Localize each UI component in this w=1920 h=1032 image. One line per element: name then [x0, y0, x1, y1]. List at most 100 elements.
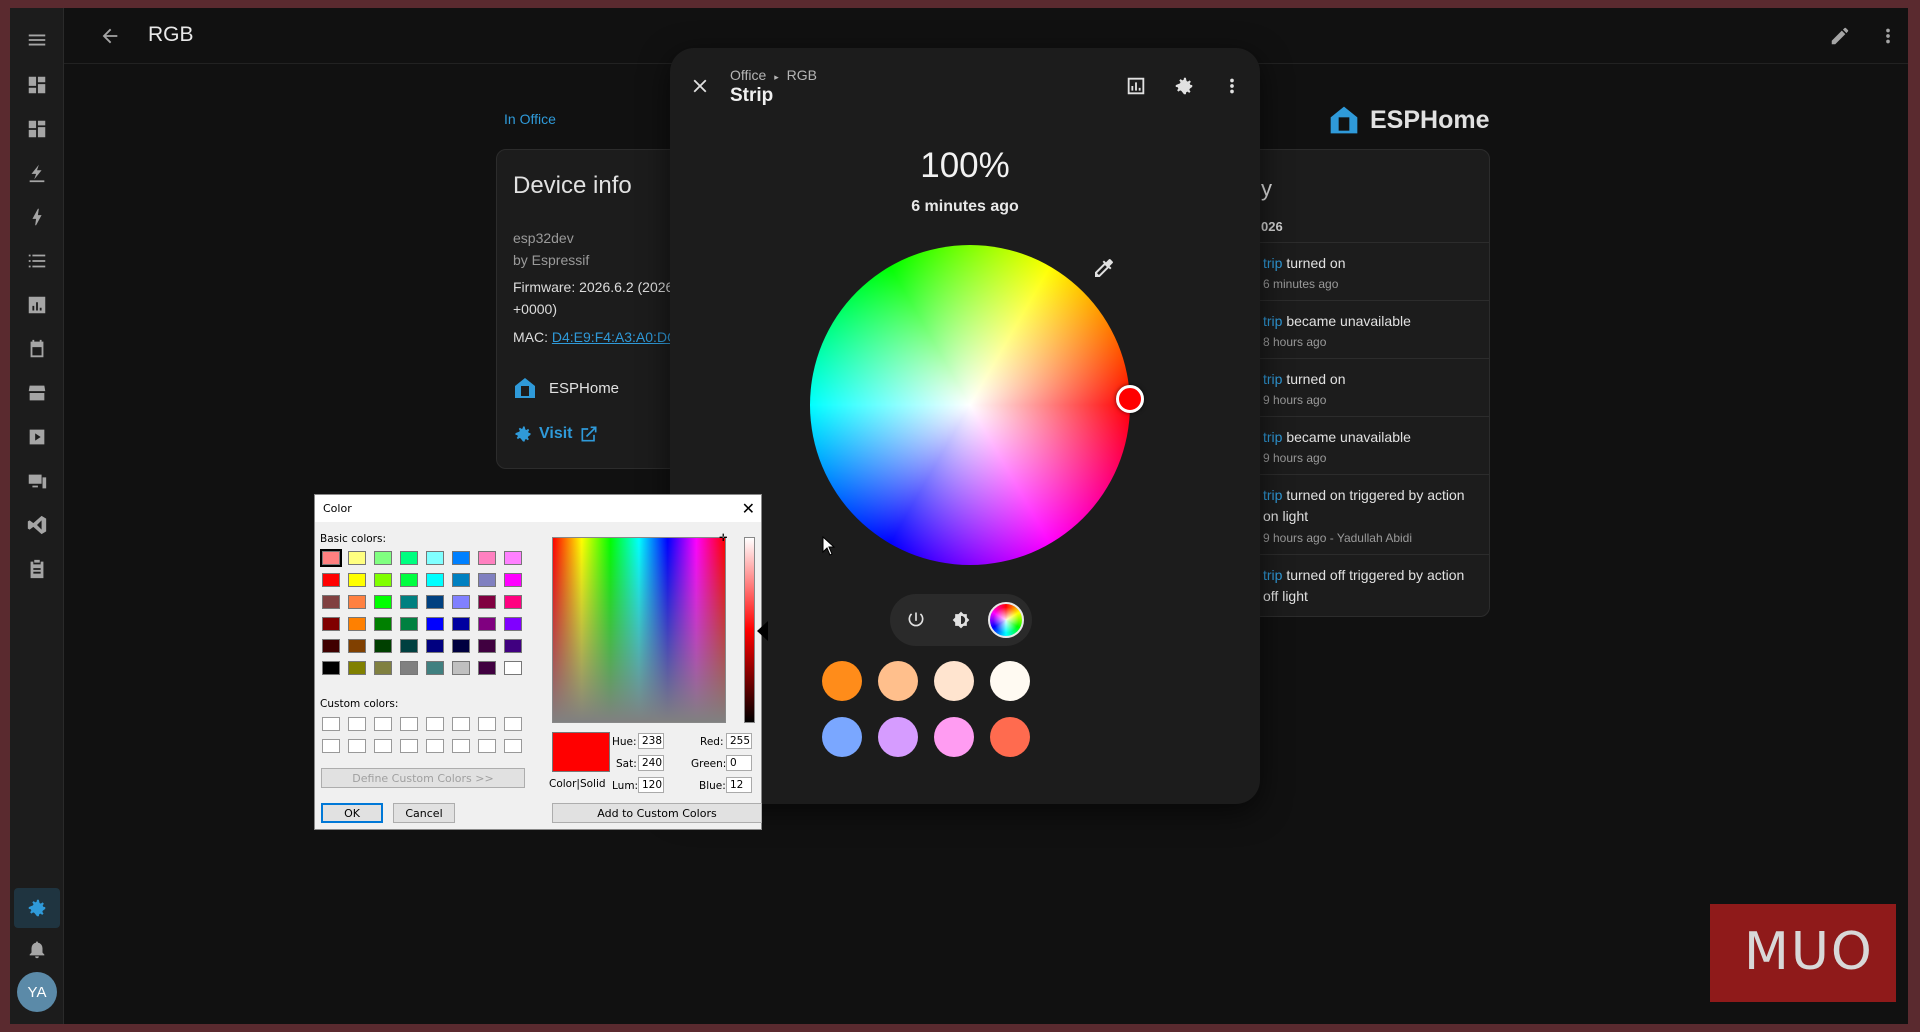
lum-field[interactable]: 120	[638, 777, 664, 793]
lightning-icon[interactable]	[22, 202, 52, 232]
basic-color-cell[interactable]	[478, 639, 496, 653]
favorite-color-swatch[interactable]	[934, 661, 974, 701]
back-arrow-icon[interactable]	[94, 20, 126, 52]
hue-field[interactable]: 238	[638, 733, 664, 749]
custom-color-cell[interactable]	[478, 739, 496, 753]
basic-color-cell[interactable]	[348, 573, 366, 587]
settings-icon[interactable]	[14, 888, 60, 928]
basic-color-cell[interactable]	[504, 551, 522, 565]
visit-link[interactable]: Visit	[513, 424, 599, 444]
area-link[interactable]: In Office	[504, 111, 556, 127]
basic-color-cell[interactable]	[348, 661, 366, 675]
brightness-icon[interactable]	[943, 602, 979, 638]
basic-color-cell[interactable]	[348, 639, 366, 653]
favorite-color-swatch[interactable]	[822, 717, 862, 757]
custom-color-cell[interactable]	[374, 717, 392, 731]
custom-color-cell[interactable]	[504, 717, 522, 731]
basic-color-cell[interactable]	[452, 595, 470, 609]
menu-icon[interactable]	[22, 25, 52, 55]
basic-color-cell[interactable]	[322, 573, 340, 587]
custom-color-cell[interactable]	[426, 717, 444, 731]
media-icon[interactable]	[22, 422, 52, 452]
overview-icon[interactable]	[22, 70, 52, 100]
basic-color-cell[interactable]	[426, 573, 444, 587]
basic-color-cell[interactable]	[400, 595, 418, 609]
cancel-button[interactable]: Cancel	[393, 803, 455, 823]
basic-color-cell[interactable]	[452, 573, 470, 587]
favorite-color-swatch[interactable]	[934, 717, 974, 757]
hacs-icon[interactable]	[22, 378, 52, 408]
devices-icon[interactable]	[22, 466, 52, 496]
basic-color-cell[interactable]	[452, 551, 470, 565]
vscode-icon[interactable]	[22, 510, 52, 540]
notifications-icon[interactable]	[22, 934, 52, 964]
overflow-menu-icon[interactable]	[1216, 70, 1248, 102]
basic-color-cell[interactable]	[348, 617, 366, 631]
blue-field[interactable]: 12	[726, 777, 752, 793]
dashboard-icon[interactable]	[22, 114, 52, 144]
basic-color-cell[interactable]	[452, 639, 470, 653]
entity-link[interactable]: trip	[1263, 371, 1282, 387]
history-chart-icon[interactable]	[1120, 70, 1152, 102]
green-field[interactable]: 0	[726, 755, 752, 771]
settings-gear-icon[interactable]	[1168, 70, 1200, 102]
hue-sat-spectrum[interactable]	[552, 537, 726, 723]
custom-color-cell[interactable]	[322, 739, 340, 753]
basic-color-cell[interactable]	[452, 617, 470, 631]
basic-color-cell[interactable]	[504, 661, 522, 675]
favorite-color-swatch[interactable]	[822, 661, 862, 701]
basic-color-cell[interactable]	[348, 595, 366, 609]
sat-field[interactable]: 240	[638, 755, 664, 771]
color-mode-icon[interactable]	[988, 602, 1024, 638]
list-icon[interactable]	[22, 246, 52, 276]
basic-color-cell[interactable]	[322, 639, 340, 653]
basic-color-cell[interactable]	[504, 573, 522, 587]
basic-color-cell[interactable]	[478, 551, 496, 565]
basic-color-cell[interactable]	[400, 573, 418, 587]
basic-color-cell[interactable]	[504, 617, 522, 631]
entity-link[interactable]: trip	[1263, 567, 1282, 583]
basic-color-cell[interactable]	[478, 661, 496, 675]
basic-color-cell[interactable]	[374, 551, 392, 565]
basic-color-cell[interactable]	[374, 573, 392, 587]
basic-color-cell[interactable]	[374, 595, 392, 609]
color-wheel-handle[interactable]	[1116, 385, 1144, 413]
integration-row[interactable]: ESPHome	[513, 376, 619, 400]
basic-color-cell[interactable]	[400, 661, 418, 675]
favorite-color-swatch[interactable]	[990, 661, 1030, 701]
basic-color-cell[interactable]	[452, 661, 470, 675]
close-icon[interactable]	[684, 70, 716, 102]
entity-link[interactable]: trip	[1263, 487, 1282, 503]
mac-link[interactable]: D4:E9:F4:A3:A0:DC	[552, 329, 677, 345]
history-icon[interactable]	[22, 290, 52, 320]
basic-color-cell[interactable]	[426, 617, 444, 631]
custom-color-cell[interactable]	[400, 717, 418, 731]
custom-color-cell[interactable]	[348, 739, 366, 753]
entity-link[interactable]: trip	[1263, 429, 1282, 445]
basic-color-cell[interactable]	[400, 617, 418, 631]
custom-color-cell[interactable]	[452, 717, 470, 731]
energy-icon[interactable]	[22, 158, 52, 188]
custom-color-cell[interactable]	[504, 739, 522, 753]
custom-color-cell[interactable]	[452, 739, 470, 753]
basic-color-cell[interactable]	[504, 639, 522, 653]
basic-color-cell[interactable]	[426, 639, 444, 653]
luminance-arrow-icon[interactable]	[757, 621, 768, 641]
edit-pencil-icon[interactable]	[1824, 20, 1856, 52]
custom-color-cell[interactable]	[348, 717, 366, 731]
basic-color-cell[interactable]	[322, 595, 340, 609]
ok-button[interactable]: OK	[321, 803, 383, 823]
add-to-custom-colors-button[interactable]: Add to Custom Colors	[552, 803, 762, 823]
clipboard-icon[interactable]	[22, 554, 52, 584]
basic-color-cell[interactable]	[374, 661, 392, 675]
basic-color-cell[interactable]	[478, 573, 496, 587]
calendar-icon[interactable]	[22, 334, 52, 364]
basic-color-cell[interactable]	[478, 595, 496, 609]
favorite-color-swatch[interactable]	[878, 661, 918, 701]
entity-link[interactable]: trip	[1263, 313, 1282, 329]
entity-link[interactable]: trip	[1263, 255, 1282, 271]
basic-color-cell[interactable]	[478, 617, 496, 631]
basic-color-cell[interactable]	[320, 549, 342, 567]
custom-color-cell[interactable]	[426, 739, 444, 753]
luminance-bar[interactable]	[744, 537, 755, 723]
